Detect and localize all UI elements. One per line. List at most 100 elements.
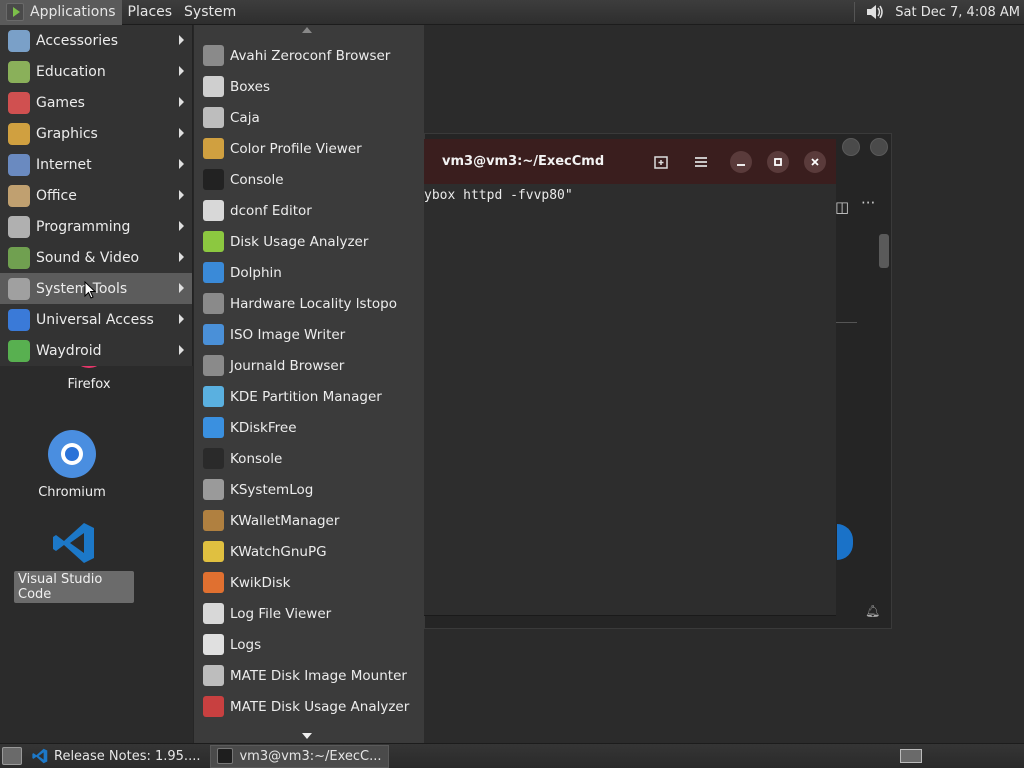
menu-item-color-profile-viewer[interactable]: Color Profile Viewer [194, 133, 425, 164]
bg-window-button-icon[interactable] [842, 138, 860, 156]
menu-item-label: Console [230, 171, 284, 188]
places-menu[interactable]: Places [122, 0, 179, 25]
desktop-label-chromium: Chromium [38, 485, 106, 500]
disk-usage-icon [203, 231, 224, 252]
menu-item-konsole[interactable]: Konsole [194, 443, 425, 474]
category-item-programming[interactable]: Programming [0, 211, 192, 242]
menu-item-label: Dolphin [230, 264, 282, 281]
applications-dropdown: Accessories Education Games Graphics Interne… [0, 25, 193, 366]
caja-icon [203, 107, 224, 128]
menu-item-label: KWatchGnuPG [230, 543, 327, 560]
menu-item-dolphin[interactable]: Dolphin [194, 257, 425, 288]
menu-item-kde-partition-manager[interactable]: KDE Partition Manager [194, 381, 425, 412]
menu-item-logs[interactable]: Logs [194, 629, 425, 660]
submenu-arrow-icon [179, 159, 184, 169]
scrollbar-thumb[interactable] [879, 234, 889, 268]
menu-item-iso-image-writer[interactable]: ISO Image Writer [194, 319, 425, 350]
category-item-universal-access[interactable]: Universal Access [0, 304, 192, 335]
menu-item-label: Konsole [230, 450, 283, 467]
category-item-games[interactable]: Games [0, 87, 192, 118]
taskbar-item-terminal[interactable]: vm3@vm3:~/ExecC... [210, 744, 389, 768]
menu-item-mate-disk-usage-analyzer[interactable]: MATE Disk Usage Analyzer [194, 691, 425, 722]
dconf-icon [203, 200, 224, 221]
category-item-waydroid[interactable]: Waydroid [0, 335, 192, 366]
menu-item-label: Color Profile Viewer [230, 140, 362, 157]
vscode-icon [32, 748, 48, 764]
color-profile-icon [203, 138, 224, 159]
system-menu-label: System [184, 4, 237, 20]
menu-item-caja[interactable]: Caja [194, 102, 425, 133]
hamburger-menu-icon[interactable] [690, 151, 712, 173]
ksystemlog-icon [203, 479, 224, 500]
new-tab-icon[interactable] [650, 151, 672, 173]
terminal-icon [217, 748, 234, 764]
menu-item-mate-disk-image-mounter[interactable]: MATE Disk Image Mounter [194, 660, 425, 691]
category-item-internet[interactable]: Internet [0, 149, 192, 180]
mate-disk-usage-icon [203, 696, 224, 717]
menu-item-journald-browser[interactable]: Journald Browser [194, 350, 425, 381]
category-item-office[interactable]: Office [0, 180, 192, 211]
workspace-switcher-icon[interactable] [900, 749, 922, 763]
clock[interactable]: Sat Dec 7, 4:08 AM [895, 5, 1024, 20]
system-menu[interactable]: System [178, 0, 242, 25]
terminal-title: vm3@vm3:~/ExecCmd [442, 154, 605, 169]
lstopo-icon [203, 293, 224, 314]
mate-logo-icon [6, 3, 24, 21]
menu-item-label: Logs [230, 636, 262, 653]
menu-item-label: KWalletManager [230, 512, 340, 529]
bell-icon[interactable]: 🔔︎ [865, 604, 880, 618]
show-desktop-icon[interactable] [2, 747, 22, 765]
more-options-icon[interactable]: ··· [861, 194, 875, 212]
speaker-icon[interactable] [865, 3, 885, 21]
category-label: Sound & Video [36, 249, 140, 266]
submenu-arrow-icon [179, 35, 184, 45]
category-label: System Tools [36, 280, 128, 297]
menu-item-kwatchgnupg[interactable]: KWatchGnuPG [194, 536, 425, 567]
menu-item-ksystemlog[interactable]: KSystemLog [194, 474, 425, 505]
desktop-icon-vscode[interactable]: Visual Studio Code [14, 521, 134, 603]
boxes-icon [203, 76, 224, 97]
category-label: Programming [36, 218, 131, 235]
menu-item-hardware-locality-lstopo[interactable]: Hardware Locality lstopo [194, 288, 425, 319]
category-item-education[interactable]: Education [0, 56, 192, 87]
system-tools-icon [8, 277, 30, 300]
terminal-content[interactable]: ybox httpd -fvvp80" [424, 184, 836, 616]
menu-item-boxes[interactable]: Boxes [194, 71, 425, 102]
taskbar-item-release-notes[interactable]: Release Notes: 1.95.... [26, 745, 206, 768]
category-item-sound-video[interactable]: Sound & Video [0, 242, 192, 273]
bg-window-button-icon[interactable] [870, 138, 888, 156]
submenu-arrow-icon [179, 128, 184, 138]
menu-item-label: ISO Image Writer [230, 326, 346, 343]
menu-item-avahi-zeroconf-browser[interactable]: Avahi Zeroconf Browser [194, 40, 425, 71]
category-item-system-tools[interactable]: System Tools [0, 273, 192, 304]
vscode-icon [52, 521, 96, 565]
panel-right-area: Sat Dec 7, 4:08 AM [854, 0, 1024, 25]
category-item-accessories[interactable]: Accessories [0, 25, 192, 56]
menu-item-dconf-editor[interactable]: dconf Editor [194, 195, 425, 226]
system-tools-submenu: Avahi Zeroconf Browser Boxes Caja Color Pro… [193, 25, 424, 743]
places-menu-label: Places [127, 4, 173, 20]
menu-item-label: Log File Viewer [230, 605, 332, 622]
category-item-graphics[interactable]: Graphics [0, 118, 192, 149]
split-view-icon[interactable]: ◫ [835, 198, 849, 216]
maximize-icon[interactable] [767, 151, 789, 173]
scroll-down-arrow-icon[interactable] [302, 733, 312, 739]
mouse-cursor-icon [84, 281, 96, 299]
menu-item-disk-usage-analyzer[interactable]: Disk Usage Analyzer [194, 226, 425, 257]
desktop-icon-chromium[interactable]: Chromium [12, 430, 132, 501]
category-label: Accessories [36, 32, 119, 49]
close-icon[interactable] [804, 151, 826, 173]
iso-writer-icon [203, 324, 224, 345]
menu-item-kwalletmanager[interactable]: KWalletManager [194, 505, 425, 536]
scroll-up-arrow-icon[interactable] [302, 27, 312, 33]
menu-item-kwikdisk[interactable]: KwikDisk [194, 567, 425, 598]
waydroid-icon [8, 339, 30, 362]
minimize-icon[interactable] [730, 151, 752, 173]
menu-item-log-file-viewer[interactable]: Log File Viewer [194, 598, 425, 629]
menu-item-console[interactable]: Console [194, 164, 425, 195]
category-label: Games [36, 94, 85, 111]
menu-item-kdiskfree[interactable]: KDiskFree [194, 412, 425, 443]
terminal-titlebar[interactable]: vm3@vm3:~/ExecCmd [424, 139, 836, 184]
applications-menu[interactable]: Applications [0, 0, 122, 25]
kdiskfree-icon [203, 417, 224, 438]
